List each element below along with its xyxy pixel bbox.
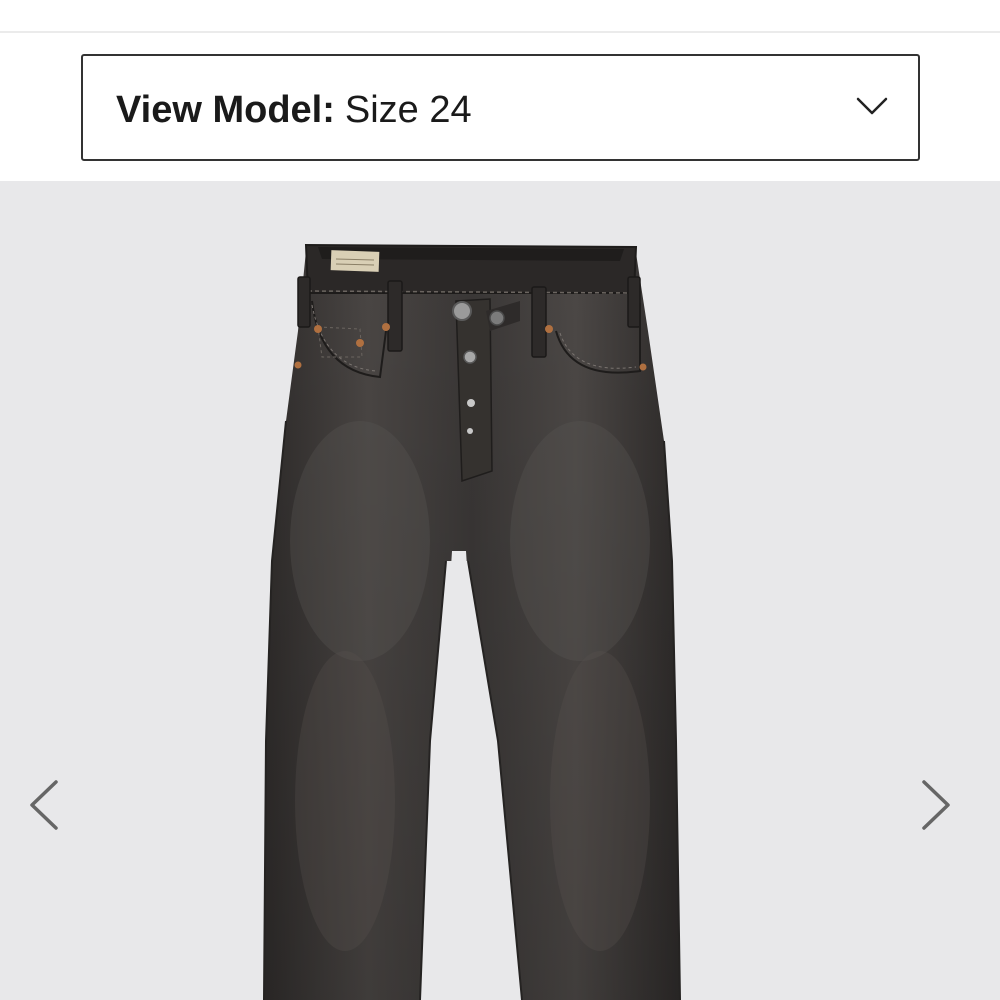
next-image-button[interactable] (918, 779, 954, 831)
product-image-gallery[interactable] (0, 181, 1000, 1000)
view-model-text: View Model: Size 24 (116, 88, 472, 132)
chevron-down-icon[interactable] (856, 96, 888, 116)
previous-image-button[interactable] (26, 779, 62, 831)
view-model-value: Size 24 (344, 89, 472, 131)
view-model-label: View Model: (116, 89, 335, 131)
view-model-dropdown[interactable]: View Model: Size 24 (81, 54, 920, 161)
top-divider (0, 31, 1000, 33)
product-page: View Model: Size 24 (0, 0, 1000, 1000)
product-image (263, 243, 681, 1000)
